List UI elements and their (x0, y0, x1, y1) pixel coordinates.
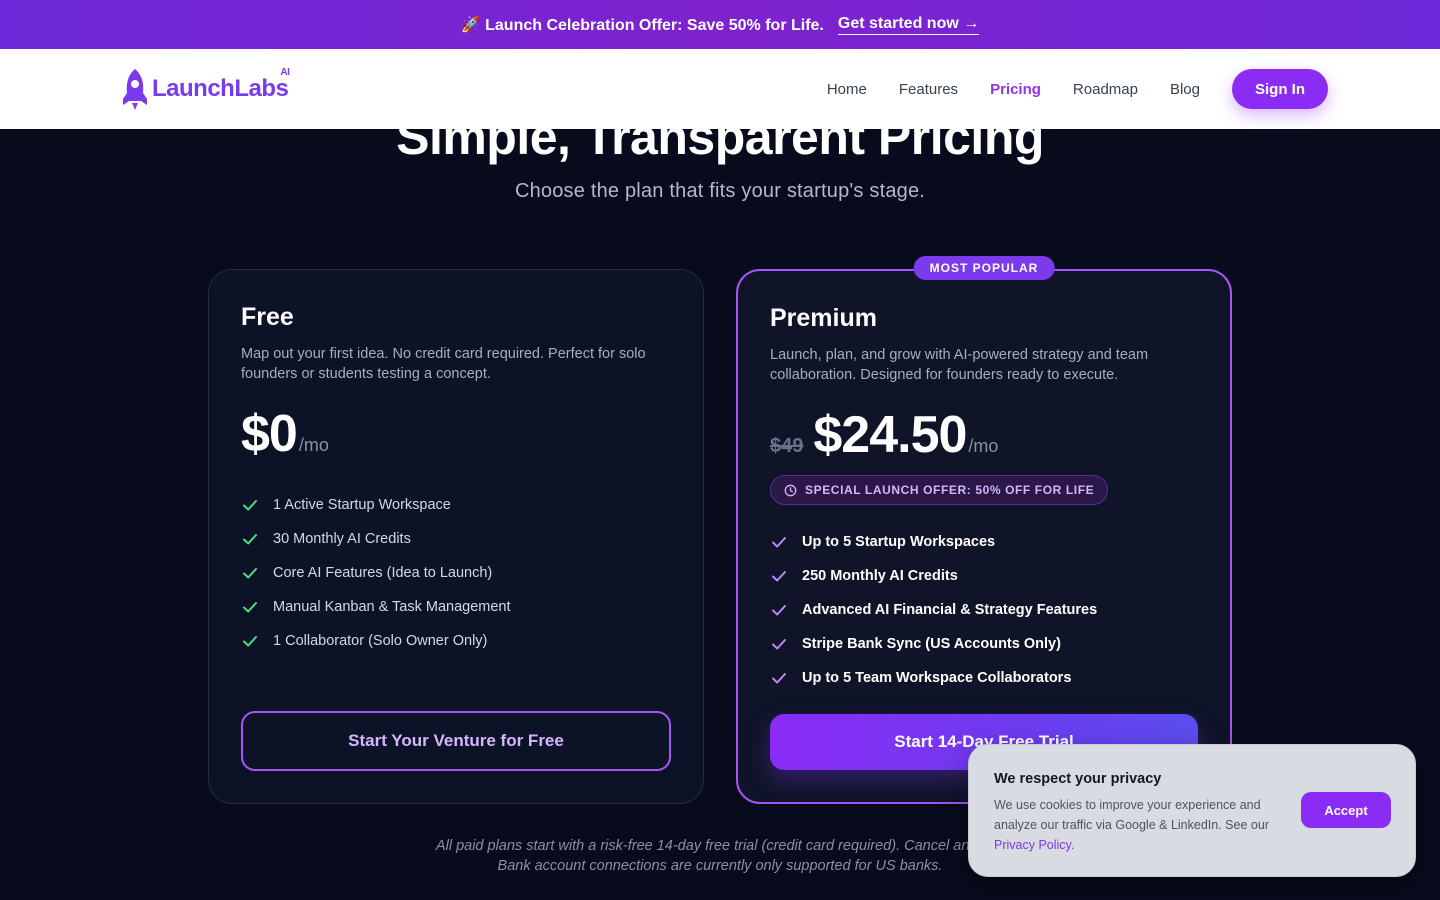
clock-icon (784, 484, 797, 496)
cookie-message: We use cookies to improve your experienc… (994, 798, 1269, 832)
feature-label: 1 Active Startup Workspace (273, 497, 451, 513)
promo-text: 🚀 Launch Celebration Offer: Save 50% for… (460, 16, 824, 34)
feature-label: Advanced AI Financial & Strategy Feature… (802, 602, 1098, 618)
feature-item: 1 Collaborator (Solo Owner Only) (241, 624, 671, 658)
nav-link-pricing[interactable]: Pricing (990, 81, 1041, 98)
cookie-consent-banner: We respect your privacy We use cookies t… (968, 744, 1416, 877)
feature-label: Stripe Bank Sync (US Accounts Only) (802, 636, 1061, 652)
feature-item: Core AI Features (Idea to Launch) (241, 556, 671, 590)
check-icon (772, 571, 786, 582)
premium-feature-list: Up to 5 Startup Workspaces 250 Monthly A… (770, 525, 1198, 695)
premium-old-price: $49 (770, 435, 804, 457)
premium-price-row: $49 $24.50 /mo (770, 405, 1198, 467)
sign-in-button[interactable]: Sign In (1232, 69, 1328, 109)
check-icon (772, 673, 786, 684)
logo-text: LaunchLabs (152, 75, 289, 102)
free-price-row: $0 /mo (241, 404, 671, 466)
check-icon (243, 636, 257, 647)
premium-price-period: /mo (968, 436, 999, 456)
premium-plan-description: Launch, plan, and grow with AI-powered s… (770, 347, 1149, 383)
check-icon (772, 605, 786, 616)
logo[interactable]: LaunchLabs AI (120, 67, 290, 111)
check-icon (772, 639, 786, 650)
check-icon (243, 500, 257, 511)
feature-item: 30 Monthly AI Credits (241, 522, 671, 556)
logo-ai-tag: AI (280, 67, 290, 78)
most-popular-badge: MOST POPULAR (913, 256, 1055, 280)
special-offer-pill: SPECIAL LAUNCH OFFER: 50% OFF FOR LIFE (770, 475, 1109, 505)
feature-item: Up to 5 Startup Workspaces (770, 525, 1198, 559)
logo-wordmark: LaunchLabs AI (152, 67, 290, 103)
top-navigation: LaunchLabs AI Home Features Pricing Road… (0, 49, 1440, 129)
cookie-text: We use cookies to improve your experienc… (994, 795, 1284, 855)
privacy-policy-link[interactable]: Privacy Policy. (994, 838, 1074, 852)
page-subtitle: Choose the plan that fits your startup's… (514, 180, 926, 202)
nav-link-features[interactable]: Features (899, 81, 958, 98)
premium-price: $24.50 (813, 406, 967, 464)
nav-link-blog[interactable]: Blog (1170, 81, 1200, 98)
promo-banner: 🚀 Launch Celebration Offer: Save 50% for… (0, 0, 1440, 49)
free-plan-card: Free Map out your first idea. No credit … (208, 269, 704, 804)
feature-label: 250 Monthly AI Credits (802, 568, 958, 584)
feature-item: Stripe Bank Sync (US Accounts Only) (770, 627, 1198, 661)
nav-link-home[interactable]: Home (827, 81, 867, 98)
rocket-logo-icon (123, 69, 147, 110)
accept-cookies-button[interactable]: Accept (1301, 792, 1391, 828)
promo-get-started-link[interactable]: Get started now → (837, 15, 980, 35)
free-price: $0 (241, 405, 298, 463)
feature-item: 1 Active Startup Workspace (241, 488, 671, 522)
check-icon (243, 534, 257, 545)
special-offer-text: SPECIAL LAUNCH OFFER: 50% OFF FOR LIFE (805, 483, 1095, 497)
feature-label: Core AI Features (Idea to Launch) (273, 565, 493, 581)
check-icon (772, 537, 786, 548)
feature-item: 250 Monthly AI Credits (770, 559, 1198, 593)
feature-item: Up to 5 Team Workspace Collaborators (770, 661, 1198, 695)
free-price-period: /mo (298, 435, 329, 455)
nav-links: Home Features Pricing Roadmap Blog Sign … (827, 69, 1328, 109)
feature-label: 30 Monthly AI Credits (273, 531, 411, 547)
start-free-button[interactable]: Start Your Venture for Free (241, 711, 671, 771)
free-plan-name: Free (241, 303, 294, 331)
feature-label: 1 Collaborator (Solo Owner Only) (273, 633, 488, 649)
premium-plan-card: MOST POPULAR Premium Launch, plan, and g… (736, 256, 1232, 804)
feature-label: Up to 5 Team Workspace Collaborators (802, 670, 1072, 686)
feature-item: Manual Kanban & Task Management (241, 590, 671, 624)
nav-link-roadmap[interactable]: Roadmap (1073, 81, 1138, 98)
check-icon (243, 602, 257, 613)
premium-plan-name: Premium (770, 304, 877, 332)
feature-item: Advanced AI Financial & Strategy Feature… (770, 593, 1198, 627)
feature-label: Up to 5 Startup Workspaces (802, 534, 996, 550)
free-plan-description: Map out your first idea. No credit card … (241, 346, 646, 382)
feature-label: Manual Kanban & Task Management (273, 599, 511, 615)
cookie-title: We respect your privacy (994, 771, 1162, 787)
check-icon (243, 568, 257, 579)
free-feature-list: 1 Active Startup Workspace 30 Monthly AI… (241, 488, 671, 658)
